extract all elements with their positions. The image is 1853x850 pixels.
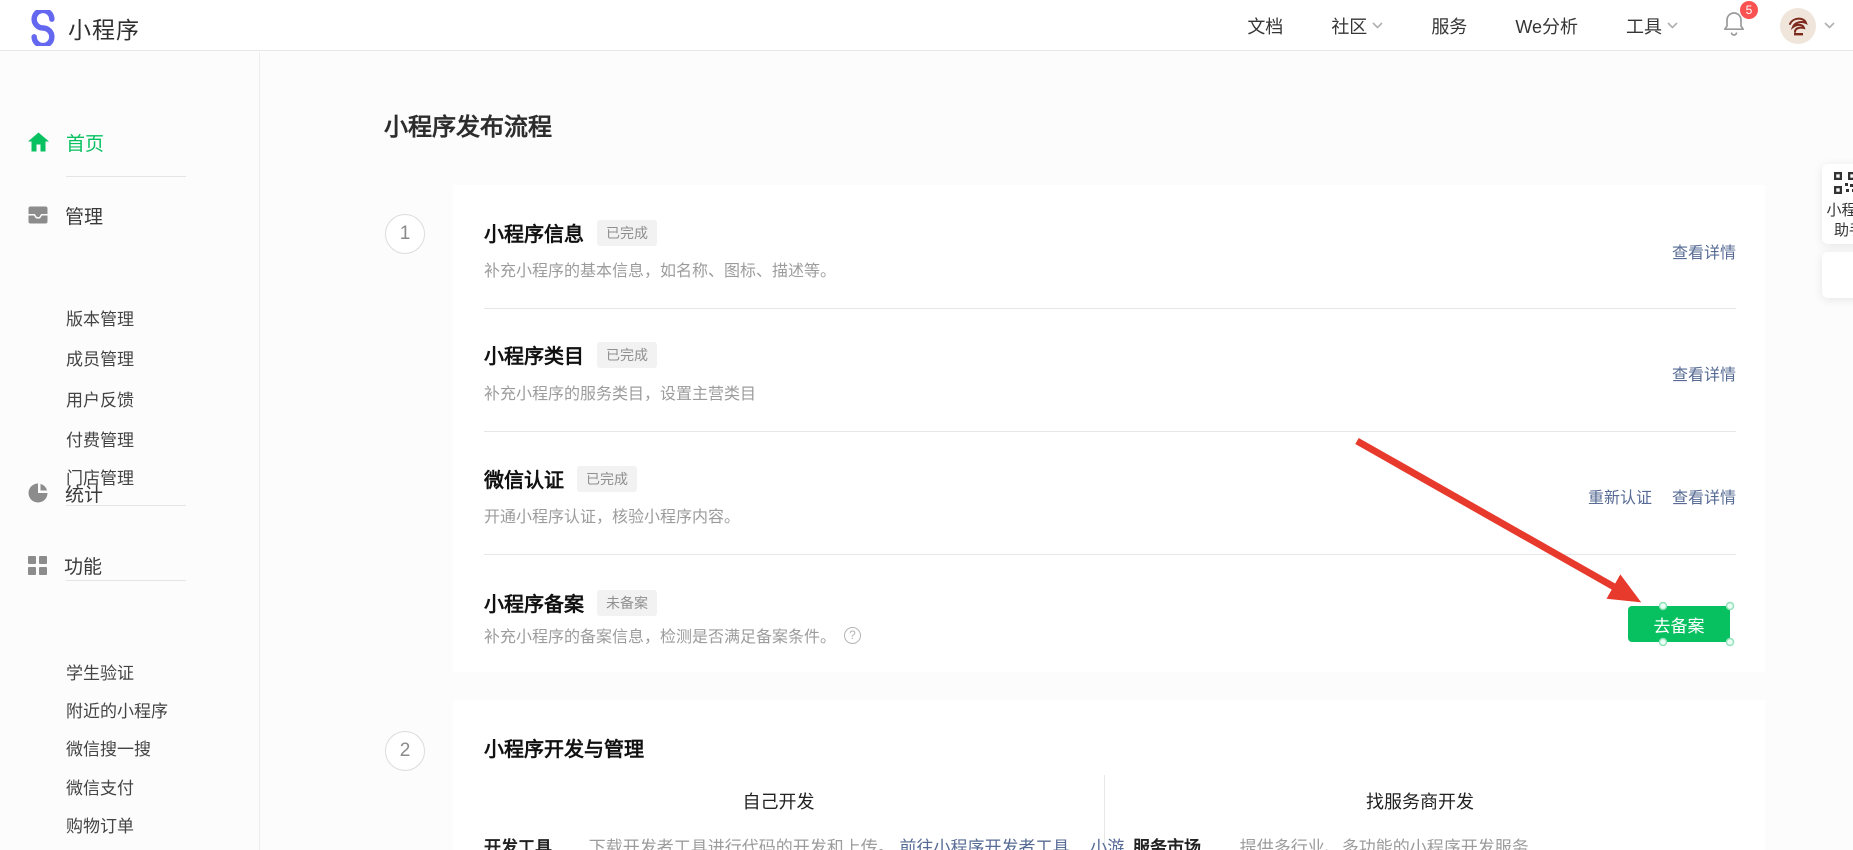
home-icon	[28, 132, 49, 152]
publish-steps-card: 小程序信息 已完成 补充小程序的基本信息，如名称、图标、描述等。 查看详情 小程…	[453, 185, 1765, 672]
status-badge: 已完成	[577, 465, 637, 492]
row-title-miniprogram-filing: 小程序备案 未备案	[484, 588, 657, 617]
row-title-miniprogram-info: 小程序信息 已完成	[484, 218, 657, 247]
view-details-link[interactable]: 查看详情	[1672, 361, 1736, 385]
miniprogram-logo-icon	[31, 10, 55, 46]
column-header-service-provider: 找服务商开发	[1366, 792, 1474, 812]
sidebar-item-member-management[interactable]: 成员管理	[66, 348, 134, 372]
account-avatar[interactable]	[1780, 7, 1816, 44]
pie-chart-icon	[28, 483, 48, 503]
question-circle-icon[interactable]: ?	[844, 626, 862, 644]
view-details-link[interactable]: 查看详情	[1672, 239, 1736, 263]
row-divider	[484, 431, 1736, 432]
assistant-label-line1: 小程序	[1826, 202, 1853, 219]
grid-icon	[28, 555, 47, 575]
reverify-link[interactable]: 重新认证	[1588, 484, 1652, 508]
status-badge: 未备案	[597, 589, 657, 616]
top-navbar: 小程序 文档 社区 服务 We分析 工具 5	[0, 0, 1853, 51]
sidebar-item-home[interactable]: 首页	[28, 129, 104, 155]
devtools-link[interactable]: 前往小程序开发者工具	[899, 838, 1069, 850]
sidebar-item-student-verification[interactable]: 学生验证	[66, 662, 134, 686]
qr-code-icon	[1834, 172, 1853, 194]
row-title-wechat-verification: 微信认证 已完成	[484, 464, 637, 493]
notifications-button[interactable]: 5	[1702, 1, 1766, 41]
row-desc: 补充小程序的备案信息，检测是否满足备案条件。 ?	[484, 623, 862, 647]
minigame-link[interactable]: 小游	[1090, 838, 1124, 850]
nav-item-tools[interactable]: 工具	[1602, 13, 1702, 39]
service-market-label: 服务市场	[1133, 838, 1201, 850]
development-management-card: 小程序开发与管理 自己开发 找服务商开发 开发工具 下载开发者工具进行代码的开发…	[453, 700, 1765, 850]
assistant-label-line2: 助手	[1833, 222, 1853, 239]
status-badge: 已完成	[597, 341, 657, 368]
step-1-number: 1	[385, 214, 425, 254]
sidebar-divider	[66, 580, 186, 581]
sidebar-group-features[interactable]: 功能	[28, 552, 102, 578]
sidebar-item-shopping-orders[interactable]: 购物订单	[66, 815, 134, 839]
row-divider	[484, 308, 1736, 309]
sidebar-item-wechat-pay[interactable]: 微信支付	[66, 777, 134, 801]
nav-item-docs[interactable]: 文档	[1223, 13, 1307, 39]
inbox-icon	[28, 206, 48, 224]
secondary-floating-panel[interactable]	[1822, 252, 1853, 298]
sidebar-item-user-feedback[interactable]: 用户反馈	[66, 389, 134, 413]
sidebar: 首页 管理 版本管理 成员管理 用户反馈 付费管理 门店管理 统计 功能 学生验…	[0, 52, 260, 850]
row-title-miniprogram-category: 小程序类目 已完成	[484, 340, 657, 369]
sidebar-item-payment-management[interactable]: 付费管理	[66, 429, 134, 453]
sidebar-item-version-management[interactable]: 版本管理	[66, 308, 134, 332]
nav-menu: 文档 社区 服务 We分析 工具 5	[1223, 0, 1843, 51]
row-desc: 补充小程序的基本信息，如名称、图标、描述等。	[484, 263, 837, 280]
brand-title: 小程序	[68, 17, 140, 43]
nav-item-services[interactable]: 服务	[1407, 13, 1491, 39]
page-title: 小程序发布流程	[384, 114, 552, 141]
service-market-row: 服务市场 提供多行业、多功能的小程序开发服务	[1133, 833, 1529, 850]
chevron-down-icon	[1667, 22, 1678, 29]
row-divider	[484, 554, 1736, 555]
avatar-logo-icon	[1789, 17, 1808, 35]
dev-tools-row: 开发工具 下载开发者工具进行代码的开发和上传。 前往小程序开发者工具 小游	[484, 833, 1124, 850]
nav-item-community[interactable]: 社区	[1307, 13, 1407, 39]
status-badge: 已完成	[597, 219, 657, 246]
step-2-number: 2	[385, 731, 425, 771]
brand[interactable]: 小程序	[28, 10, 140, 46]
notification-count-badge: 5	[1740, 1, 1758, 19]
sidebar-item-wechat-search[interactable]: 微信搜一搜	[66, 738, 151, 762]
sidebar-group-statistics[interactable]: 统计	[28, 480, 103, 506]
view-details-link[interactable]: 查看详情	[1672, 484, 1736, 508]
sidebar-group-management[interactable]: 管理	[28, 202, 103, 228]
sidebar-divider	[66, 176, 186, 177]
assistant-floating-panel[interactable]: 小程序 助手	[1822, 164, 1853, 244]
account-chevron-down-icon[interactable]	[1824, 22, 1835, 29]
dev-tools-label: 开发工具	[484, 838, 552, 850]
page: 小程序 文档 社区 服务 We分析 工具 5 首页 管理 版本管理 成员管理 用…	[0, 0, 1853, 850]
column-header-self-develop: 自己开发	[742, 792, 815, 812]
nav-item-we-analytics[interactable]: We分析	[1491, 13, 1602, 39]
go-file-record-button[interactable]: 去备案	[1628, 606, 1730, 642]
card2-heading: 小程序开发与管理	[484, 739, 644, 761]
sidebar-item-nearby-miniprograms[interactable]: 附近的小程序	[66, 700, 168, 724]
row-desc: 补充小程序的服务类目，设置主营类目	[484, 386, 757, 403]
row-desc: 开通小程序认证，核验小程序内容。	[484, 509, 741, 526]
chevron-down-icon	[1372, 22, 1383, 29]
